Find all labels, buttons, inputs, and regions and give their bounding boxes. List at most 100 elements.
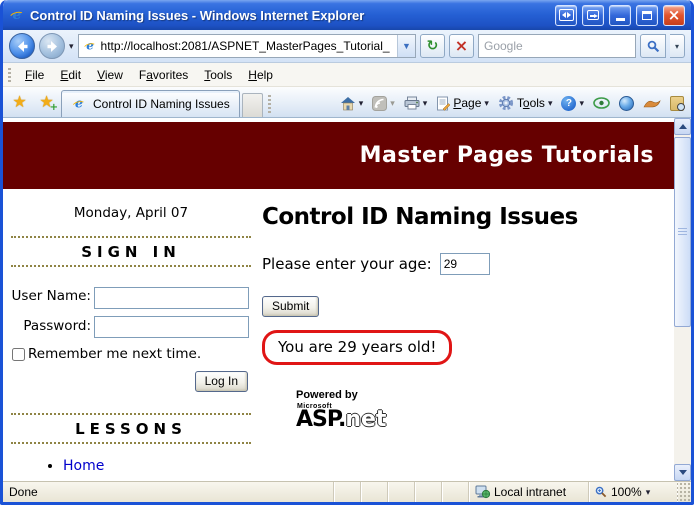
remember-me-checkbox[interactable] [12, 347, 25, 361]
label-part: vorites [152, 67, 189, 82]
sidebar: Monday, April 07 SIGN IN User Name: Pass… [3, 189, 259, 478]
tools-dropdown[interactable]: ▾ [548, 98, 553, 108]
page-menu-button[interactable]: Page ▾ [433, 94, 492, 113]
label-part: elp [256, 67, 273, 82]
label-part: ools [210, 67, 233, 82]
stop-button[interactable]: × [449, 34, 474, 58]
username-field[interactable] [94, 287, 249, 309]
aspnet-logo: Powered by Microsoft ASP.net [296, 389, 674, 431]
thumb-grip-icon [678, 228, 687, 236]
home-dropdown[interactable]: ▾ [359, 98, 364, 108]
search-button[interactable] [640, 34, 666, 58]
menu-edit[interactable]: Edit [52, 65, 89, 85]
site-banner: Master Pages Tutorials [3, 122, 674, 189]
maximize-button[interactable] [636, 4, 658, 26]
star-icon: ★ [12, 93, 27, 111]
local-intranet-icon [475, 485, 490, 499]
feeds-button[interactable]: ▾ [369, 94, 398, 113]
home-button[interactable]: ▾ [337, 94, 367, 113]
status-bar: Done Local intranet 100% ▾ [3, 481, 691, 502]
url-input[interactable] [100, 39, 394, 53]
home-link[interactable]: Home [63, 458, 104, 474]
age-input[interactable] [439, 253, 490, 275]
recent-pages-dropdown[interactable]: ▾ [69, 41, 74, 51]
vertical-scrollbar[interactable] [674, 118, 691, 481]
zoom-dropdown[interactable]: ▾ [646, 487, 651, 497]
label-part: a [146, 67, 153, 82]
sphere-addon-button[interactable] [616, 94, 637, 113]
refresh-icon: ↻ [426, 38, 439, 54]
username-label: User Name: [11, 288, 91, 304]
status-pane [388, 482, 415, 502]
toolbar-separator [267, 95, 271, 113]
research-button[interactable] [667, 94, 687, 113]
chevron-down-icon [678, 470, 687, 475]
help-dropdown[interactable]: ▾ [579, 98, 584, 108]
fox-icon [643, 100, 661, 108]
back-button[interactable] [9, 33, 35, 59]
page-content: Master Pages Tutorials Monday, April 07 … [3, 118, 674, 481]
favorites-center-button[interactable]: ★ [7, 90, 32, 115]
menu-help[interactable]: Help [240, 65, 281, 85]
zoom-icon [595, 486, 607, 498]
tab-control-id-naming-issues[interactable]: e Control ID Naming Issues [61, 90, 240, 117]
send-window-button[interactable] [582, 4, 604, 26]
scrollbar-thumb[interactable] [674, 137, 691, 327]
password-field[interactable] [94, 316, 249, 338]
label-part: ile [32, 67, 45, 82]
split-arrows-icon [558, 9, 574, 21]
status-pane [361, 482, 388, 502]
send-icon [587, 10, 599, 20]
menu-favorites[interactable]: Favorites [131, 65, 196, 85]
ie-tab-icon: e [72, 98, 86, 111]
minimize-button[interactable] [609, 4, 631, 26]
add-favorite-button[interactable]: ★ + [34, 90, 59, 115]
address-dropdown-button[interactable]: ▼ [397, 35, 415, 57]
scroll-down-button[interactable] [674, 464, 691, 481]
search-icon [647, 40, 659, 52]
gear-icon [498, 95, 514, 111]
menu-file[interactable]: File [17, 65, 52, 85]
refresh-button[interactable]: ↻ [420, 34, 445, 58]
label-part: iew [104, 67, 123, 82]
split-view-button[interactable] [555, 4, 577, 26]
resize-grip[interactable] [677, 482, 691, 502]
minimize-icon [615, 17, 625, 21]
label-part: dit [68, 67, 82, 82]
powered-by-label: Powered by [296, 389, 358, 401]
scroll-up-button[interactable] [674, 118, 691, 135]
divider [11, 442, 251, 444]
print-dropdown[interactable]: ▾ [423, 98, 428, 108]
search-input[interactable] [484, 39, 630, 53]
submit-button[interactable]: Submit [262, 296, 320, 317]
zoom-pane[interactable]: 100% ▾ [589, 482, 677, 502]
fox-addon-button[interactable] [640, 95, 664, 111]
toolbar-grip[interactable] [8, 67, 11, 82]
maximize-icon [642, 10, 652, 20]
scrollbar-track[interactable] [674, 329, 691, 464]
home-icon [340, 96, 355, 110]
close-button[interactable]: × [663, 4, 685, 26]
close-icon: × [667, 5, 681, 24]
password-label: Password: [23, 318, 91, 334]
result-annotation-box: You are 29 years old! [262, 330, 453, 365]
new-tab-button[interactable] [241, 93, 263, 117]
search-dropdown-button[interactable]: ▾ [670, 34, 685, 58]
age-prompt-label: Please enter your age: [262, 255, 432, 273]
menu-view[interactable]: View [89, 65, 131, 85]
label-part: age [461, 96, 482, 110]
help-button[interactable]: ? ▾ [558, 94, 587, 113]
page-title: Control ID Naming Issues [262, 204, 578, 230]
page-dropdown[interactable]: ▾ [484, 98, 489, 108]
login-button[interactable]: Log In [194, 371, 248, 392]
signin-heading: SIGN IN [81, 243, 181, 261]
label-part: o [522, 96, 530, 110]
menu-tools[interactable]: Tools [196, 65, 240, 85]
help-icon: ? [561, 95, 577, 111]
print-button[interactable]: ▾ [401, 94, 431, 112]
messenger-button[interactable] [590, 95, 613, 111]
forward-button[interactable] [39, 33, 65, 59]
tools-menu-button[interactable]: Tools ▾ [495, 93, 556, 113]
banner-title: Master Pages Tutorials [359, 143, 654, 168]
address-bar: e ▼ [77, 34, 416, 58]
